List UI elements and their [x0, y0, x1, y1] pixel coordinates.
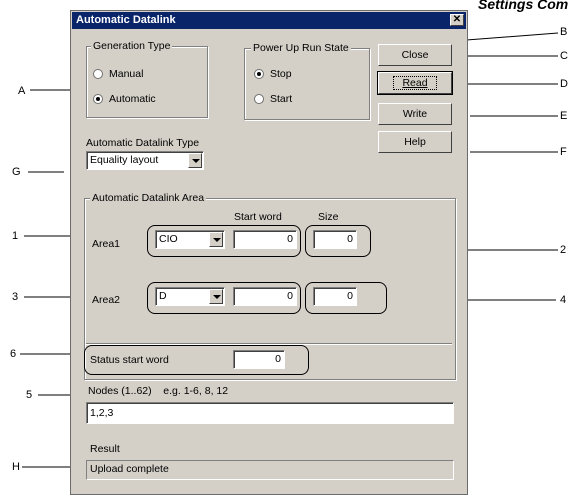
callout-box-6	[84, 345, 309, 375]
start-label[interactable]: Start	[270, 93, 292, 105]
automatic-label[interactable]: Automatic	[109, 93, 156, 105]
power-up-group	[244, 48, 370, 120]
datalink-type-value: Equality layout	[90, 154, 159, 166]
callout-box-2	[305, 225, 371, 257]
callout-g: G	[12, 166, 21, 178]
datalink-type-label: Automatic Datalink Type	[86, 137, 200, 149]
dialog-title: Automatic Datalink	[76, 14, 176, 26]
close-button[interactable]: Close	[378, 44, 452, 66]
title-bar: Automatic Datalink ✕	[72, 12, 466, 29]
write-button[interactable]: Write	[378, 103, 452, 125]
nodes-input[interactable]: 1,2,3	[86, 402, 454, 424]
read-button[interactable]: Read	[377, 71, 453, 95]
callout-d: D	[560, 78, 568, 90]
automatic-radio[interactable]	[93, 94, 103, 104]
manual-label[interactable]: Manual	[109, 68, 143, 80]
help-button[interactable]: Help	[378, 131, 452, 153]
callout-c: C	[560, 50, 568, 62]
chevron-down-icon[interactable]	[188, 153, 202, 168]
callout-h: H	[12, 461, 20, 473]
nodes-label: Nodes (1..62) e.g. 1-6, 8, 12	[88, 385, 229, 397]
result-output: Upload complete	[86, 460, 454, 480]
callout-3: 3	[12, 291, 19, 303]
generation-type-group	[86, 46, 208, 118]
datalink-type-select[interactable]: Equality layout	[86, 151, 204, 170]
stop-label[interactable]: Stop	[270, 68, 292, 80]
callout-f: F	[560, 146, 567, 158]
area1-label: Area1	[92, 238, 121, 250]
read-button-label: Read	[393, 76, 437, 90]
callout-4: 4	[560, 294, 567, 306]
area2-label: Area2	[92, 294, 121, 306]
callout-box-1	[147, 225, 301, 257]
manual-radio[interactable]	[93, 69, 103, 79]
datalink-area-legend: Automatic Datalink Area	[90, 192, 207, 204]
callout-1: 1	[12, 230, 19, 242]
size-header: Size	[318, 211, 339, 223]
callout-b: B	[560, 26, 568, 38]
callout-box-4	[305, 282, 387, 314]
callout-a: A	[18, 85, 26, 97]
callout-box-3	[147, 282, 301, 314]
close-icon[interactable]: ✕	[450, 14, 464, 26]
generation-type-legend: Generation Type	[91, 40, 173, 52]
start-word-header: Start word	[234, 211, 282, 223]
stop-radio[interactable]	[254, 69, 264, 79]
result-label: Result	[90, 443, 120, 455]
callout-6: 6	[10, 348, 17, 360]
power-up-legend: Power Up Run State	[251, 42, 351, 54]
callout-2: 2	[560, 244, 567, 256]
callout-e: E	[560, 110, 568, 122]
start-radio[interactable]	[254, 94, 264, 104]
callout-5: 5	[26, 389, 33, 401]
